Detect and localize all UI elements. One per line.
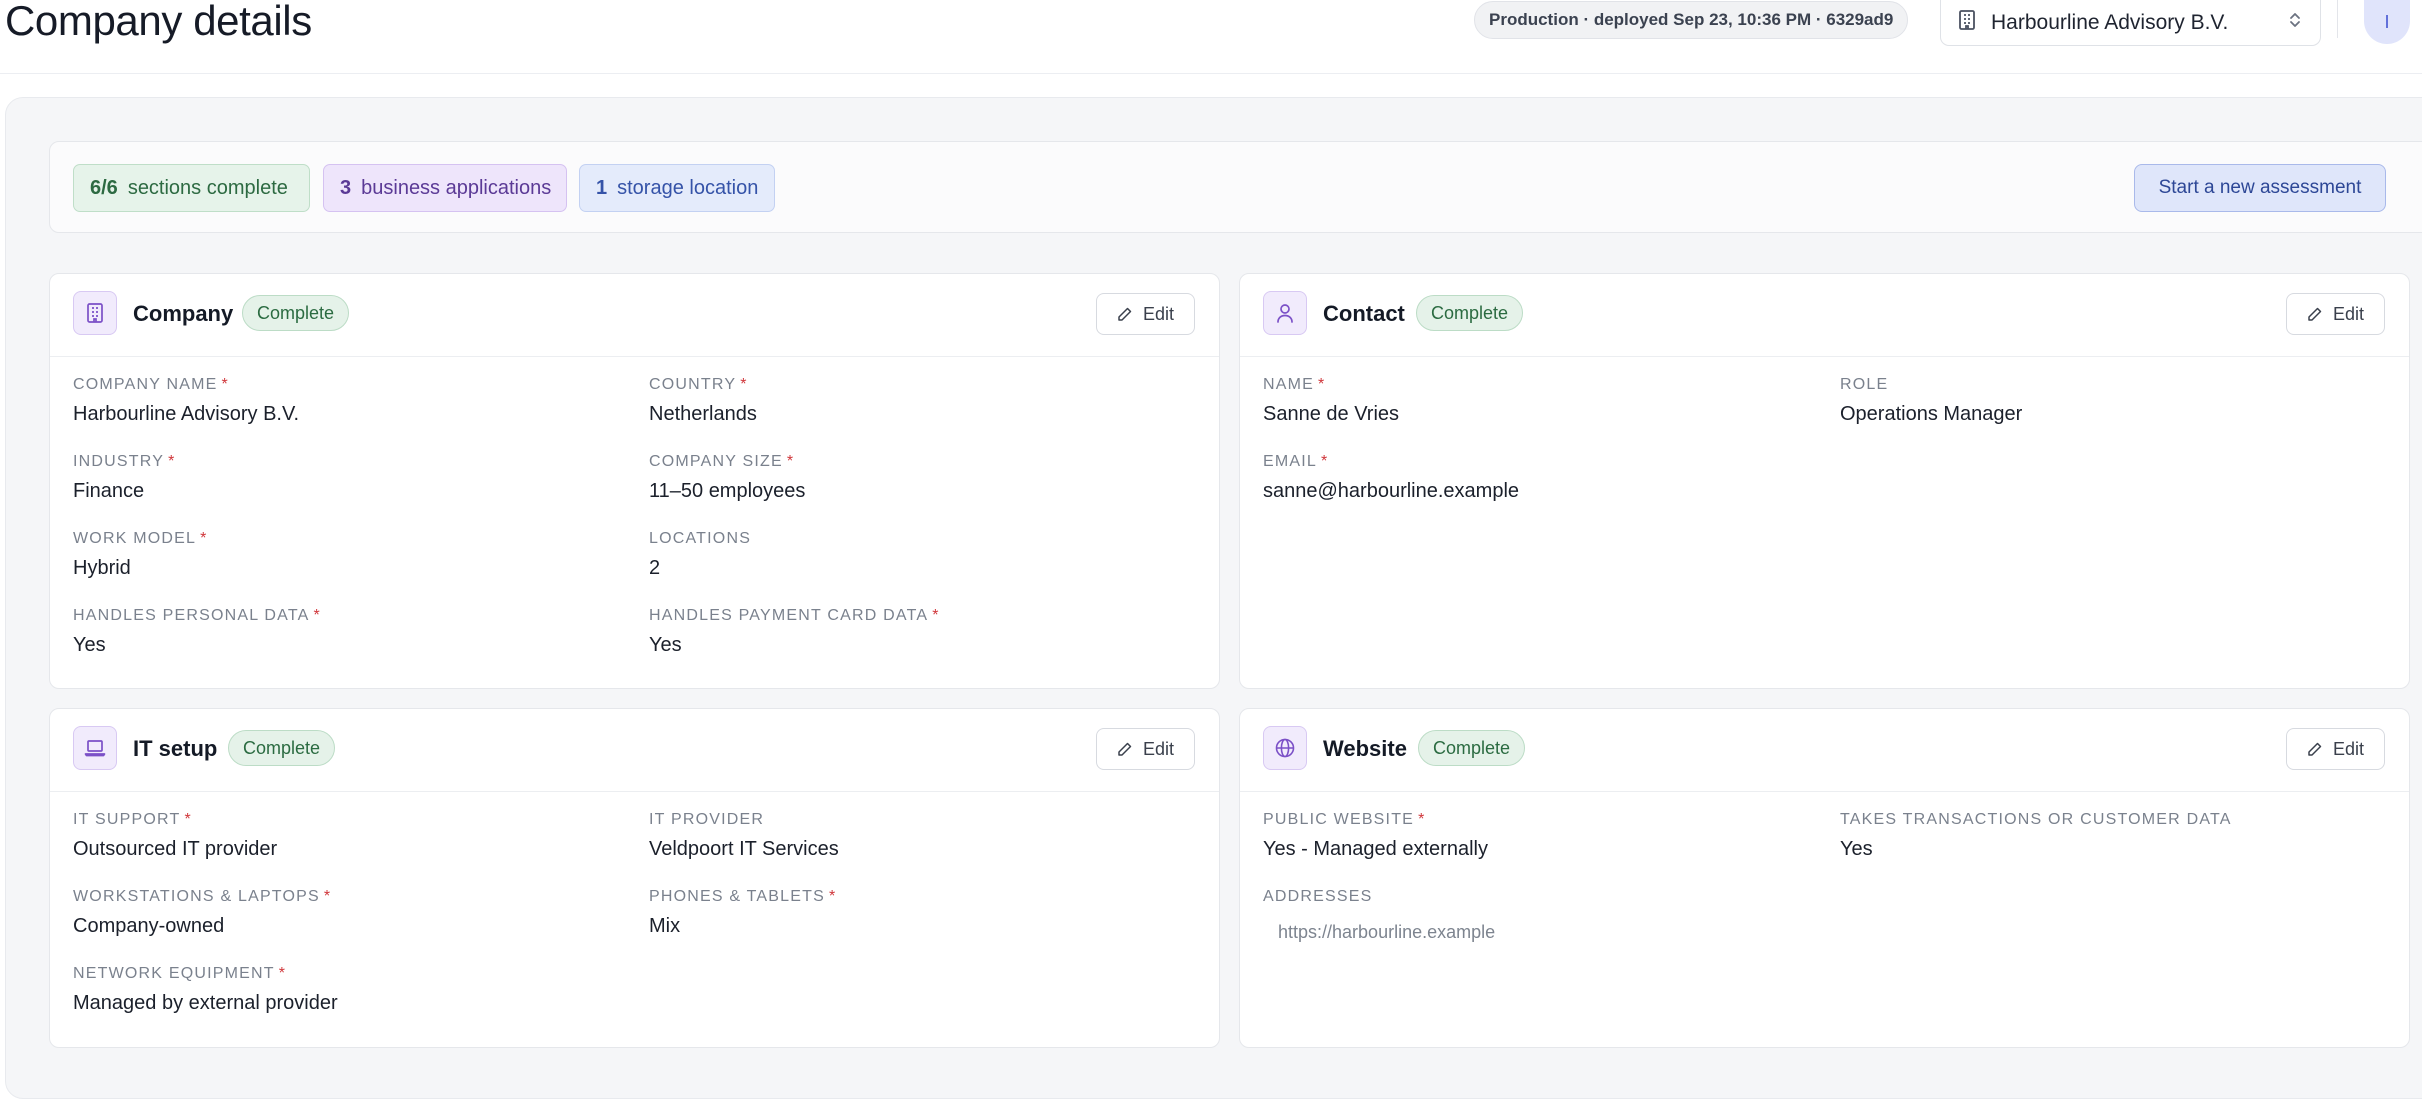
assessment-summary-bar: 6/6 sections complete 3 business applica… <box>49 141 2422 233</box>
page-title: Company details <box>5 0 312 44</box>
globe-icon <box>1263 726 1307 770</box>
field-handles-personal-data: HANDLES PERSONAL DATA * Yes <box>73 607 321 656</box>
field-contact-email: EMAIL * sanne@harbourline.example <box>1263 453 1520 502</box>
company-status-badge: Complete <box>242 295 350 331</box>
deploy-status-badge: Production · deployed Sep 23, 10:36 PM ·… <box>1474 1 1909 39</box>
chevron-up-down-icon <box>2288 11 2302 34</box>
field-country: COUNTRY * Netherlands <box>649 376 757 425</box>
it-setup-card-header: IT setup Complete Edit <box>50 709 1219 792</box>
field-work-model: WORK MODEL * Hybrid <box>73 530 208 579</box>
edit-label: Edit <box>2332 738 2365 759</box>
organization-name: Harbourline Advisory B.V. <box>1991 10 2229 34</box>
start-new-assessment-button[interactable]: Start a new assessment <box>2134 164 2386 212</box>
field-it-support: IT SUPPORT * Outsourced IT provider <box>73 811 278 860</box>
contact-edit-button[interactable]: Edit <box>2286 293 2385 335</box>
sections-label: sections complete <box>127 176 288 199</box>
field-it-provider: IT PROVIDER Veldpoort IT Services <box>649 811 839 860</box>
top-bar: Company details Production · deployed Se… <box>0 0 2422 74</box>
website-card-header: Website Complete Edit <box>1240 709 2409 792</box>
website-status-badge: Complete <box>1418 730 1526 766</box>
edit-label: Edit <box>1142 738 1175 759</box>
website-card-title: Website <box>1323 736 1407 761</box>
storage-count: 1 <box>596 176 608 199</box>
field-company-size: COMPANY SIZE * 11–50 employees <box>649 453 806 502</box>
storage-label: storage location <box>617 176 759 199</box>
apps-count: 3 <box>340 176 352 199</box>
edit-label: Edit <box>1142 303 1175 324</box>
field-handles-payment-card-data: HANDLES PAYMENT CARD DATA * Yes <box>649 607 940 656</box>
pencil-icon <box>2308 742 2322 756</box>
organization-selector[interactable]: Harbourline Advisory B.V. <box>1940 0 2321 46</box>
storage-location-chip[interactable]: 1 storage location <box>579 164 775 212</box>
apps-label: business applications <box>361 176 552 199</box>
it-setup-card-title: IT setup <box>133 736 218 761</box>
field-company-name: COMPANY NAME * Harbourline Advisory B.V. <box>73 376 300 425</box>
it-setup-card: IT setup Complete Edit IT SUPPORT * Outso… <box>49 708 1220 1048</box>
company-card-header: Company Complete Edit <box>50 274 1219 357</box>
contact-card-title: Contact <box>1323 301 1405 326</box>
sections-count: 6/6 <box>90 176 118 199</box>
building-icon <box>73 291 117 335</box>
website-address-link[interactable]: https://harbourline.example <box>1278 922 1495 943</box>
field-network-equipment: NETWORK EQUIPMENT * Managed by external p… <box>73 965 338 1014</box>
it-setup-edit-button[interactable]: Edit <box>1096 728 1195 770</box>
field-workstations-laptops: WORKSTATIONS & LAPTOPS * Company-owned <box>73 888 332 937</box>
company-edit-button[interactable]: Edit <box>1096 293 1195 335</box>
company-card: Company Complete Edit COMPANY NAME * Harb… <box>49 273 1220 689</box>
business-applications-chip[interactable]: 3 business applications <box>323 164 567 212</box>
contact-card: Contact Complete Edit NAME * Sanne de Vri… <box>1239 273 2410 689</box>
user-icon <box>1263 291 1307 335</box>
contact-card-header: Contact Complete Edit <box>1240 274 2409 357</box>
user-avatar[interactable]: I <box>2364 0 2410 44</box>
laptop-icon <box>73 726 117 770</box>
header-divider <box>2337 0 2338 38</box>
contact-status-badge: Complete <box>1416 295 1524 331</box>
field-contact-role: ROLE Operations Manager <box>1840 376 2023 425</box>
sections-complete-chip: 6/6 sections complete <box>73 164 310 212</box>
field-takes-transactions: TAKES TRANSACTIONS OR CUSTOMER DATA Yes <box>1840 811 2232 860</box>
edit-label: Edit <box>2332 303 2365 324</box>
company-card-title: Company <box>133 301 234 326</box>
field-contact-name: NAME * Sanne de Vries <box>1263 376 1400 425</box>
website-card: Website Complete Edit PUBLIC WEBSITE * Ye… <box>1239 708 2410 1048</box>
website-edit-button[interactable]: Edit <box>2286 728 2385 770</box>
field-public-website: PUBLIC WEBSITE * Yes - Managed externally <box>1263 811 1488 860</box>
field-addresses: ADDRESSES https://harbourline.example <box>1263 888 1496 943</box>
pencil-icon <box>1118 742 1132 756</box>
pencil-icon <box>2308 307 2322 321</box>
field-industry: INDUSTRY * Finance <box>73 453 176 502</box>
field-phones-tablets: PHONES & TABLETS * Mix <box>649 888 837 937</box>
building-icon <box>1957 9 1977 36</box>
field-locations: LOCATIONS 2 <box>649 530 752 579</box>
pencil-icon <box>1118 307 1132 321</box>
it-setup-status-badge: Complete <box>228 730 336 766</box>
